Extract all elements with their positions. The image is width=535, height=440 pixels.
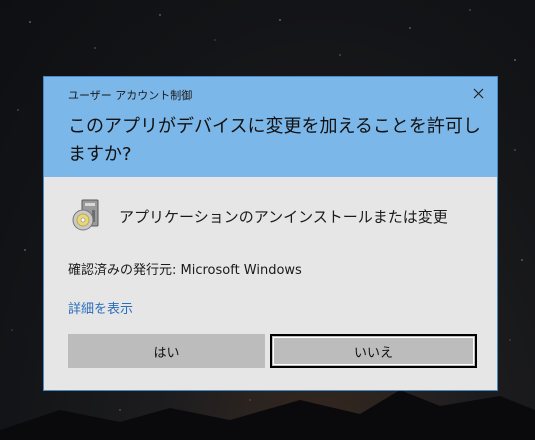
app-name: アプリケーションのアンインストールまたは変更 [119,208,448,226]
close-button[interactable] [467,83,489,103]
window-title: ユーザー アカウント制御 [68,89,193,102]
no-button[interactable]: いいえ [270,334,477,368]
yes-button[interactable]: はい [68,334,265,368]
publisher-info: 確認済みの発行元: Microsoft Windows [68,263,302,278]
show-details-link[interactable]: 詳細を表示 [68,298,133,317]
installer-disc-icon [72,199,99,231]
uac-dialog: ユーザー アカウント制御 このアプリがデバイスに変更を加えることを許可しますか?… [43,76,498,391]
consent-question: このアプリがデバイスに変更を加えることを許可しますか? [68,116,481,165]
close-icon [473,88,483,98]
dialog-header: ユーザー アカウント制御 このアプリがデバイスに変更を加えることを許可しますか? [44,77,497,177]
